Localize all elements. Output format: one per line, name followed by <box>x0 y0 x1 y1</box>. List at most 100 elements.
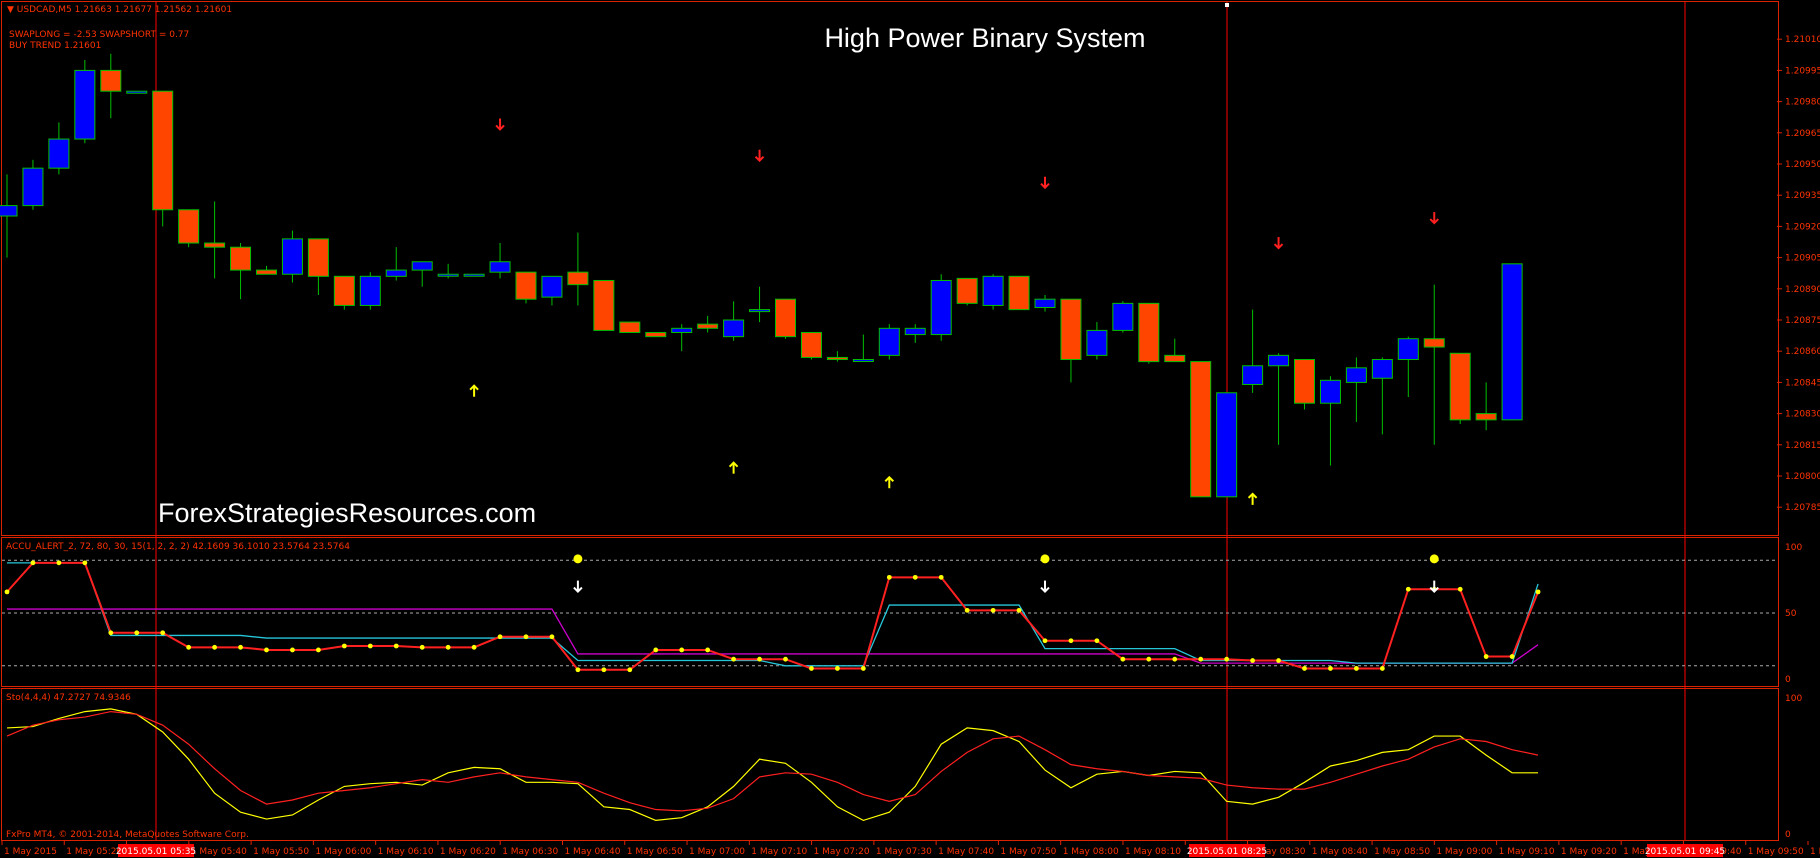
y-tick-label: 1.20920 <box>1785 222 1820 232</box>
indicator-point <box>627 667 633 673</box>
candle-body <box>1034 298 1056 309</box>
indicator-point <box>1379 666 1385 671</box>
x-tick-label: 1 May 09:20 <box>1561 847 1617 857</box>
y-tick-label: 1.20965 <box>1785 129 1820 139</box>
x-tick-label: 1 May 08:00 <box>1063 847 1119 857</box>
candle-body <box>1294 359 1315 404</box>
x-tick-label: 1 May 08:40 <box>1312 847 1368 857</box>
indicator-point <box>1457 586 1463 592</box>
candle-body <box>411 261 433 271</box>
candle-body <box>333 275 355 306</box>
x-tick-label: 1 May 07:10 <box>751 847 807 857</box>
candle-body <box>1397 338 1419 361</box>
trading-chart[interactable]: 1.21010 1.20995 1.20980 1.20965 1.20950 1.209… <box>0 0 1820 858</box>
y-tick-label: 1.20845 <box>1785 378 1820 388</box>
candle-body <box>1112 302 1134 331</box>
candle-body <box>567 271 589 286</box>
candle-body <box>178 209 200 244</box>
indicator-point <box>290 647 295 653</box>
x-tick-label: 1 May 05:20 <box>66 847 122 857</box>
y-tick-label: 1.20950 <box>1785 160 1820 170</box>
indicator-point <box>783 656 788 662</box>
candle-body <box>385 269 407 277</box>
x-tick-label: 1 May 06:30 <box>502 847 558 857</box>
indicator-tick-label: 100 <box>1785 543 1802 553</box>
signal-dot <box>1040 554 1050 564</box>
trend-info: BUY TREND 1.21601 <box>9 41 101 51</box>
indicator-point <box>731 656 736 662</box>
y-tick-label: 1.20800 <box>1785 472 1820 482</box>
indicator-point <box>445 644 451 650</box>
candle-body <box>1164 354 1186 363</box>
x-tick-label: 1 May 10:00 <box>1810 847 1820 857</box>
y-tick-label: 1.20995 <box>1785 66 1820 76</box>
indicator-point <box>1016 607 1022 613</box>
y-tick-label: 1.20785 <box>1785 503 1820 513</box>
indicator-point <box>835 666 840 671</box>
indicator-point <box>679 647 685 653</box>
candle-body <box>1449 352 1471 421</box>
indicator-point <box>809 666 814 671</box>
indicator-point <box>757 656 762 662</box>
candle-body <box>48 138 70 169</box>
y-tick-label: 1.20830 <box>1785 410 1820 420</box>
candle-body <box>1371 359 1393 379</box>
indicator-point <box>575 667 581 673</box>
x-tick-label: 1 May 08:50 <box>1374 847 1430 857</box>
x-tick-label: 1 May 07:20 <box>814 847 870 857</box>
y-tick-label: 1.20815 <box>1785 441 1820 451</box>
candle-body <box>307 238 329 277</box>
candle-body <box>1242 365 1264 385</box>
indicator-point <box>1120 656 1126 662</box>
candle-body <box>256 269 277 275</box>
indicator-point <box>886 574 892 580</box>
indicator-point <box>601 667 607 673</box>
candle-body <box>126 90 148 94</box>
indicator-point <box>82 560 88 566</box>
highlighted-time-label: 2015.05.01 05:35 <box>116 847 196 857</box>
candle-body <box>775 298 796 338</box>
candle-body <box>1501 263 1523 421</box>
indicator-point <box>497 634 503 640</box>
indicator-point <box>264 647 269 653</box>
candle-body <box>1138 302 1160 363</box>
candle-body <box>749 309 771 313</box>
indicator-point <box>134 630 140 636</box>
candle-body <box>878 327 900 356</box>
indicator-point <box>367 643 373 649</box>
indicator-point <box>341 643 347 649</box>
candle-body <box>22 167 44 207</box>
candle-body <box>359 275 381 306</box>
indicator-point <box>1172 656 1178 662</box>
indicator-point <box>964 607 970 613</box>
candle-body <box>74 69 96 140</box>
x-tick-label: 1 May 06:10 <box>378 847 434 857</box>
candle-body <box>800 331 822 358</box>
indicator-point <box>653 647 659 653</box>
indicator-point <box>1328 666 1333 671</box>
stochastic-tick-label: 0 <box>1785 830 1791 840</box>
indicator-point <box>393 643 399 649</box>
x-tick-label: 1 May 07:30 <box>876 847 932 857</box>
x-tick-label: 1 May 06:50 <box>627 847 683 857</box>
indicator-point <box>419 644 425 650</box>
candle-body <box>1060 298 1082 361</box>
indicator-point <box>1094 638 1100 644</box>
indicator-tick-label: 50 <box>1785 609 1797 619</box>
indicator-point <box>1302 666 1307 671</box>
candle-body <box>0 205 18 217</box>
x-tick-label: 1 May 05:50 <box>253 847 309 857</box>
candle-body <box>463 273 485 277</box>
indicator-point <box>1509 654 1515 659</box>
y-tick-label: 1.20980 <box>1785 98 1820 108</box>
candle-body <box>1423 338 1445 348</box>
indicator-point <box>1354 666 1359 671</box>
indicator-point <box>108 630 114 636</box>
indicator-point <box>4 589 10 595</box>
event-marker <box>1225 3 1229 7</box>
candle-body <box>956 277 978 304</box>
candle-body <box>489 261 511 273</box>
candle-body <box>930 279 952 336</box>
indicator-point <box>938 574 944 580</box>
y-tick-label: 1.20875 <box>1785 316 1820 326</box>
